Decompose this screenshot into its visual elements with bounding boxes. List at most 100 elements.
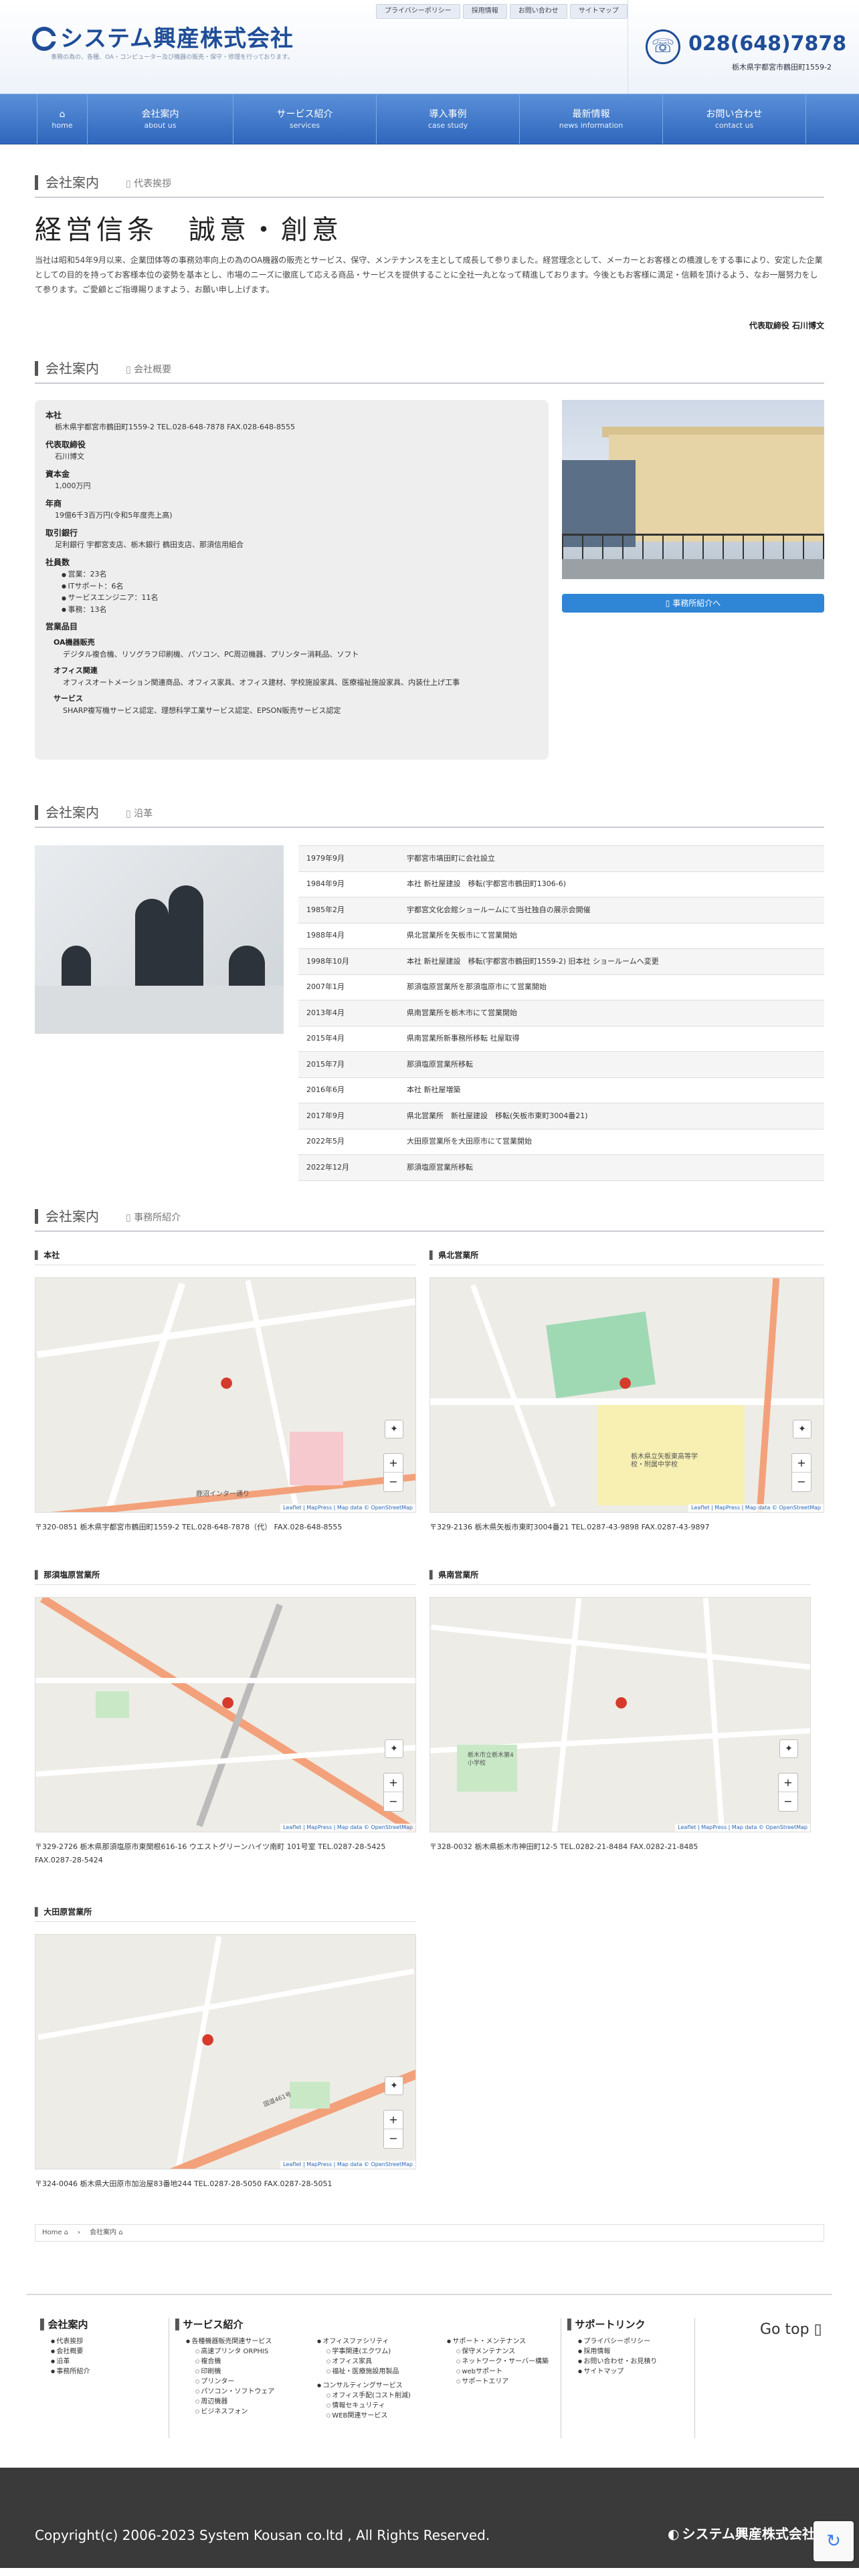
home-icon: ⌂: [59, 109, 66, 120]
footer-link[interactable]: コンサルティングサービス: [322, 2382, 402, 2389]
zoom-control[interactable]: + −: [778, 1773, 798, 1812]
business-meeting-photo: [35, 845, 284, 1034]
zoom-control[interactable]: + −: [383, 1773, 403, 1812]
footer-link[interactable]: 学事関連(エクワム): [332, 2348, 391, 2355]
breadcrumb-separator-icon: ›: [78, 2229, 81, 2236]
footer-logo: システム興産株式会社: [668, 2525, 815, 2543]
footer-link[interactable]: お問い合わせ・お見積り: [583, 2358, 657, 2365]
tel-address: 栃木県宇都宮市鶴田町1559-2: [732, 63, 832, 72]
footer-link[interactable]: 高速プリンタ ORPHIS: [201, 2348, 268, 2355]
map-hq[interactable]: ● 鹿沼インター通り ✦ + − Leaflet | MapPress | Map…: [35, 1277, 416, 1513]
footer-link[interactable]: サイトマップ: [583, 2368, 624, 2375]
office-intro-button[interactable]: ▯ 事務所紹介へ: [562, 594, 824, 613]
tel-number[interactable]: 028(648)7878: [688, 32, 846, 56]
locate-icon[interactable]: ✦: [385, 1420, 403, 1438]
footer-link[interactable]: 会社概要: [56, 2348, 83, 2355]
footer-col-support: サポートリンク プライバシーポリシー 採用情報 お問い合わせ・お見積り サイトマ…: [567, 2318, 701, 2377]
footer-link[interactable]: 保守メンテナンス: [462, 2348, 515, 2355]
company-logo[interactable]: システム興産株式会社: [32, 27, 294, 51]
breadcrumb-current: 会社案内 ⌂: [90, 2229, 123, 2236]
logo-mark-icon: [32, 27, 56, 51]
zoom-in-icon[interactable]: +: [384, 1454, 403, 1473]
logo-text: システム興産株式会社: [60, 25, 294, 52]
tel-box: ☏ 028(648)7878 栃木県宇都宮市鶴田町1559-2: [628, 0, 859, 94]
nav-case-study[interactable]: 導入事例 case study: [377, 94, 520, 145]
greeting-body: 当社は昭和54年9月以来、企業団体等の事務効率向上の為のOA機器の販売とサービス…: [35, 255, 823, 294]
map-pin-icon: ●: [220, 1374, 233, 1391]
breadcrumb-home[interactable]: Home ⌂: [42, 2225, 68, 2241]
locate-icon[interactable]: ✦: [385, 2076, 403, 2095]
footer-link[interactable]: 採用情報: [583, 2348, 610, 2355]
map-nasushiobara[interactable]: ● ✦ + − Leaflet | MapPress | Map data © O…: [35, 1597, 416, 1832]
footer-link[interactable]: ネットワーク・サーバー構築: [462, 2358, 549, 2365]
map-kenpoku[interactable]: ● 栃木県立矢板東高等学校・附属中学校 ✦ + − Leaflet | MapPr…: [430, 1277, 824, 1513]
nav-news[interactable]: 最新情報 news information: [520, 94, 663, 145]
footer-link[interactable]: ビジネスフォン: [201, 2408, 248, 2416]
util-link-contact[interactable]: お問い合わせ: [509, 4, 567, 19]
zoom-out-icon[interactable]: −: [792, 1473, 811, 1491]
nav-contact[interactable]: お問い合わせ contact us: [663, 94, 806, 145]
map-attribution[interactable]: Leaflet | MapPress | Map data © OpenStre…: [675, 1824, 810, 1832]
footer-link[interactable]: 事務所紹介: [56, 2368, 90, 2375]
footer-link[interactable]: WEB関連サービス: [332, 2412, 387, 2420]
office-address-hq: 〒320-0851 栃木県宇都宮市鶴田町1559-2 TEL.028-648-7…: [35, 1523, 343, 1531]
table-row: 2022年12月 那須塩原営業所移転: [298, 1154, 824, 1181]
util-link-sitemap[interactable]: サイトマップ: [569, 4, 628, 19]
locate-icon[interactable]: ✦: [385, 1739, 403, 1758]
zoom-out-icon[interactable]: −: [384, 2129, 403, 2148]
nav-home[interactable]: ⌂ home: [37, 94, 88, 145]
footer-link[interactable]: サポート・メンテナンス: [452, 2338, 526, 2345]
list-item: 営業：23名: [62, 568, 538, 580]
zoom-control[interactable]: + −: [383, 1453, 403, 1492]
footer-link[interactable]: 沿革: [56, 2358, 70, 2365]
map-attribution[interactable]: Leaflet | MapPress | Map data © OpenStre…: [688, 1504, 824, 1512]
map-attribution[interactable]: Leaflet | MapPress | Map data © OpenStre…: [280, 2161, 415, 2169]
map-kennan[interactable]: ● 栃木市立栃木第4小学校 ✦ + − Leaflet | MapPress | …: [430, 1597, 811, 1832]
go-top-button[interactable]: Go top ▯: [760, 2321, 822, 2339]
footer-link[interactable]: パソコン・ソフトウェア: [201, 2388, 274, 2395]
footer-link[interactable]: 代表挨拶: [56, 2338, 83, 2345]
map-otawara[interactable]: ● 国道461号 ✦ + − Leaflet | MapPress | Map d…: [35, 1934, 416, 2169]
zoom-control[interactable]: + −: [791, 1453, 812, 1492]
zoom-in-icon[interactable]: +: [779, 1774, 797, 1792]
zoom-out-icon[interactable]: −: [779, 1792, 797, 1811]
zoom-in-icon[interactable]: +: [384, 1774, 403, 1792]
footer-link[interactable]: オフィスファシリティ: [322, 2338, 389, 2345]
map-attribution[interactable]: Leaflet | MapPress | Map data © OpenStre…: [280, 1504, 415, 1512]
home-icon: ⌂: [118, 2229, 123, 2236]
list-item: サービスエンジニア：11名: [62, 592, 538, 604]
footer-link[interactable]: プリンター: [201, 2378, 234, 2385]
footer-link[interactable]: サポートエリア: [462, 2378, 508, 2385]
zoom-in-icon[interactable]: +: [792, 1454, 811, 1473]
nav-services[interactable]: サービス紹介 services: [233, 94, 377, 145]
zoom-out-icon[interactable]: −: [384, 1473, 403, 1491]
footer-link[interactable]: 複合機: [201, 2358, 221, 2365]
footer-link[interactable]: オフィス家具: [332, 2358, 372, 2365]
map-attribution[interactable]: Leaflet | MapPress | Map data © OpenStre…: [280, 1824, 415, 1832]
zoom-control[interactable]: + −: [383, 2110, 403, 2149]
footer-link[interactable]: webサポート: [462, 2368, 502, 2375]
footer-link[interactable]: 周辺機器: [201, 2398, 227, 2405]
management-motto: 経営信条 誠意・創意: [35, 215, 343, 245]
footer-link[interactable]: プライバシーポリシー: [583, 2338, 650, 2345]
office-address-otawara: 〒324-0046 栃木県大田原市加治屋83番地244 TEL.0287-28-…: [35, 2179, 332, 2188]
zoom-in-icon[interactable]: +: [384, 2111, 403, 2129]
recaptcha-icon[interactable]: ↻: [814, 2521, 854, 2561]
table-row: 2022年5月 大田原営業所を大田原市にて営業開始: [298, 1128, 824, 1155]
footer-col-about: 会社案内 代表挨拶 会社概要 沿革 事務所紹介: [40, 2318, 161, 2377]
footer-link[interactable]: 各種機器販売関連サービス: [191, 2338, 272, 2345]
zoom-out-icon[interactable]: −: [384, 1792, 403, 1811]
locate-icon[interactable]: ✦: [779, 1739, 798, 1758]
locate-icon[interactable]: ✦: [793, 1420, 812, 1438]
list-item: 事務：13名: [62, 604, 538, 616]
nav-about[interactable]: 会社案内 about us: [88, 94, 233, 145]
footer-link[interactable]: 福祉・医療施設用製品: [332, 2368, 399, 2375]
footer-link[interactable]: 印刷機: [201, 2368, 221, 2375]
footer-link[interactable]: 情報セキュリティ: [332, 2402, 385, 2409]
util-link-privacy[interactable]: プライバシーポリシー: [376, 4, 460, 19]
util-link-recruit[interactable]: 採用情報: [462, 4, 507, 19]
footer-link[interactable]: オフィス手配(コスト削減): [332, 2392, 411, 2399]
utility-nav: プライバシーポリシー 採用情報 お問い合わせ サイトマップ: [376, 4, 630, 19]
breadcrumb: Home ⌂ › 会社案内 ⌂: [35, 2224, 824, 2242]
ceo-signature: 代表取締役 石川博文: [749, 321, 824, 330]
